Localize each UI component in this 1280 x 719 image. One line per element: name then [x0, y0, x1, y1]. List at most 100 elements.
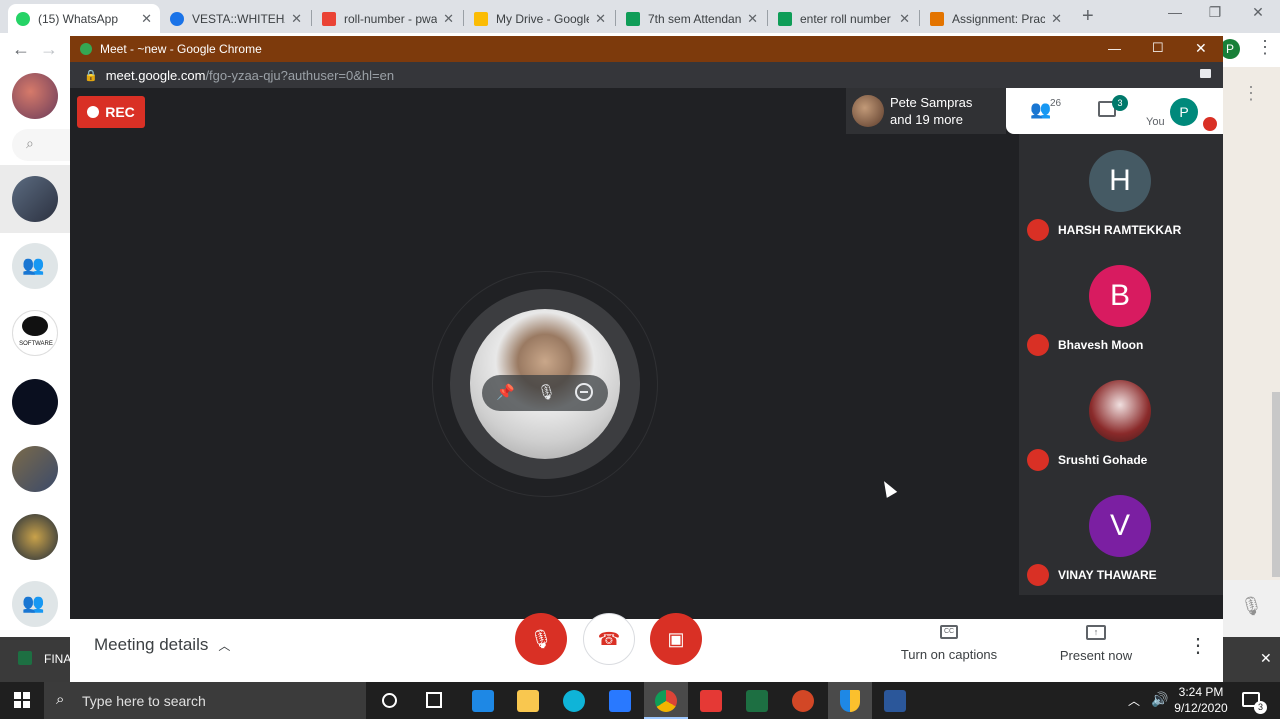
group-icon: 👥 — [22, 255, 45, 275]
participant-tile[interactable]: V VINAY THAWARE — [1019, 495, 1223, 610]
search-placeholder: Type here to search — [82, 693, 206, 709]
close-icon[interactable]: ✕ — [1260, 650, 1272, 667]
app-l-icon[interactable] — [472, 690, 494, 712]
meet-bottom-bar: Meeting details ︿ 🎙 ☎ ▣ CC Turn on capti… — [70, 613, 1223, 682]
you-label: You — [1146, 116, 1165, 128]
close-window-button[interactable]: ✕ — [1243, 4, 1273, 21]
close-icon[interactable]: ✕ — [291, 11, 302, 27]
word-icon[interactable] — [884, 690, 906, 712]
meeting-details-button[interactable]: Meeting details ︿ — [94, 635, 230, 655]
edge-icon[interactable] — [563, 690, 585, 712]
search-icon: ⌕ — [26, 135, 34, 151]
tab-title: Assignment: Practi — [952, 11, 1046, 26]
tab-sheets-attendance[interactable]: 7th sem Attendan ✕ — [618, 4, 766, 33]
participant-name: HARSH RAMTEKKAR — [1058, 223, 1182, 237]
close-icon[interactable]: ✕ — [747, 11, 758, 27]
forward-icon[interactable]: → — [40, 39, 58, 60]
chrome-taskbar-button[interactable] — [644, 682, 688, 719]
url-bar[interactable]: 🔒 meet.google.com /fgo-yzaa-qju?authuser… — [70, 62, 1223, 88]
minimize-button[interactable]: — — [1160, 4, 1190, 20]
chat-avatar[interactable] — [12, 446, 58, 492]
camera-off-icon: ▣ — [667, 628, 685, 649]
close-icon[interactable]: ✕ — [1051, 11, 1062, 27]
group-avatar[interactable]: 👥 — [12, 581, 58, 627]
pin-icon[interactable]: 📌 — [496, 383, 515, 401]
file-explorer-icon[interactable] — [517, 690, 539, 712]
task-view-icon[interactable] — [426, 692, 442, 708]
rec-label: REC — [105, 104, 135, 120]
back-icon[interactable]: ← — [12, 39, 30, 60]
present-now-button[interactable]: ↑ Present now — [1050, 625, 1142, 663]
tray-chevron-up-icon[interactable]: ︿ — [1128, 692, 1140, 709]
meeting-details-label: Meeting details — [94, 635, 209, 654]
new-tab-button[interactable]: + — [1082, 5, 1094, 28]
chat-avatar[interactable] — [12, 176, 58, 222]
leave-call-button[interactable]: ☎ — [583, 613, 635, 665]
browser-menu-icon[interactable]: ⋮ — [1256, 37, 1274, 58]
shield-icon — [840, 690, 860, 712]
participant-tile[interactable]: H HARSH RAMTEKKAR — [1019, 150, 1223, 265]
meet-popup-window: Meet - ~new - Google Chrome — ☐ ✕ 🔒 meet… — [70, 36, 1223, 682]
tab-assignment[interactable]: Assignment: Practi ✕ — [922, 4, 1070, 33]
group-avatar[interactable]: 👥 — [12, 243, 58, 289]
tab-vesta[interactable]: VESTA::WHITEHAT ✕ — [162, 4, 310, 33]
tab-sheets-roll[interactable]: enter roll number ✕ — [770, 4, 918, 33]
chat-avatar[interactable] — [12, 379, 58, 425]
volume-icon[interactable]: 🔊 — [1151, 691, 1168, 708]
more-options-icon[interactable]: ⋮ — [1188, 633, 1208, 658]
download-file-name[interactable]: FINA — [44, 652, 71, 666]
self-avatar[interactable]: P — [1170, 98, 1198, 126]
captions-icon: CC — [940, 625, 958, 639]
tab-whatsapp[interactable]: (15) WhatsApp ✕ — [8, 4, 160, 33]
participant-tile[interactable]: Srushti Gohade — [1019, 380, 1223, 495]
chat-avatar[interactable] — [12, 514, 58, 560]
popup-title: Meet - ~new - Google Chrome — [100, 42, 262, 56]
shield-taskbar-button[interactable] — [828, 682, 872, 719]
powerpoint-icon[interactable] — [792, 690, 814, 712]
minimize-button[interactable]: — — [1108, 41, 1121, 56]
microphone-icon[interactable]: 🎙 — [1240, 596, 1263, 617]
chat-menu-icon[interactable]: ⋮ — [1242, 83, 1260, 104]
mail-icon[interactable] — [609, 690, 631, 712]
excel-icon[interactable] — [746, 690, 768, 712]
captions-button[interactable]: CC Turn on captions — [899, 625, 999, 662]
people-icon[interactable]: 👥 — [1030, 100, 1051, 120]
scrollbar[interactable] — [1272, 392, 1280, 577]
app-red-icon[interactable] — [700, 690, 722, 712]
close-icon[interactable]: ✕ — [141, 11, 152, 27]
presenter-avatar — [852, 95, 884, 127]
camera-icon[interactable] — [1200, 69, 1211, 78]
meet-icon — [80, 43, 92, 55]
cortana-icon[interactable] — [382, 693, 397, 708]
close-icon[interactable]: ✕ — [443, 11, 454, 27]
presenter-chip[interactable]: Pete Sampras and 19 more — [846, 88, 1006, 134]
sheets-icon — [626, 11, 640, 26]
participant-avatar: B — [1089, 265, 1151, 327]
whatsapp-chat-pane: ⋮ 🎙 — [1222, 67, 1280, 637]
close-icon[interactable]: ✕ — [899, 11, 910, 27]
tab-title: VESTA::WHITEHAT — [192, 11, 285, 26]
profile-avatar[interactable]: P — [1220, 39, 1240, 59]
close-icon[interactable]: ✕ — [595, 11, 606, 27]
taskbar-search-box[interactable]: ⌕ Type here to search — [44, 682, 366, 719]
windows-start-icon[interactable] — [14, 692, 30, 708]
profile-avatar[interactable] — [12, 73, 58, 119]
notification-badge: 3 — [1254, 701, 1267, 714]
search-bar[interactable]: ⌕ — [12, 129, 70, 161]
tab-drive[interactable]: My Drive - Google ✕ — [466, 4, 614, 33]
tab-gmail[interactable]: roll-number - pwa ✕ — [314, 4, 462, 33]
avatar-label: SOFTWARE — [19, 341, 53, 347]
maximize-button[interactable]: ☐ — [1152, 40, 1164, 56]
clock[interactable]: 3:24 PM 9/12/2020 — [1170, 685, 1232, 715]
close-window-button[interactable]: ✕ — [1195, 40, 1207, 57]
mic-toggle-button[interactable]: 🎙 — [515, 613, 567, 665]
participant-avatar — [1089, 380, 1151, 442]
remove-icon[interactable] — [575, 383, 593, 401]
chat-avatar[interactable]: SOFTWARE — [12, 310, 58, 356]
participant-tile[interactable]: B Bhavesh Moon — [1019, 265, 1223, 380]
restore-button[interactable]: ❐ — [1200, 4, 1230, 21]
mic-off-icon: 🎙 — [529, 628, 553, 649]
microphone-icon[interactable]: 🎙 — [537, 383, 556, 401]
camera-toggle-button[interactable]: ▣ — [650, 613, 702, 665]
people-count: 26 — [1050, 98, 1062, 109]
